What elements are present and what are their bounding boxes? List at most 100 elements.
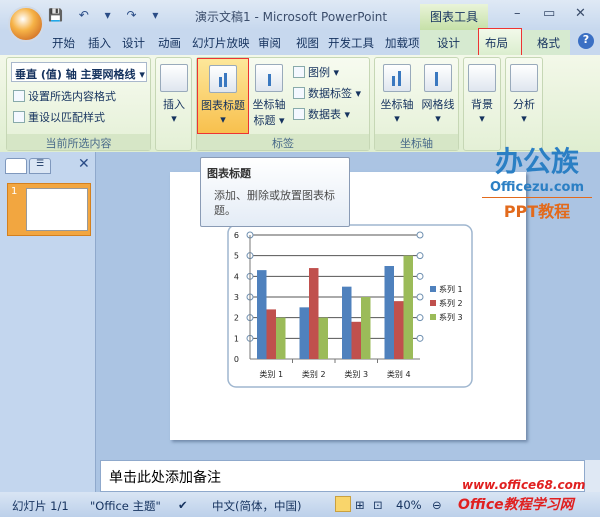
data-labels-button[interactable]: 数据标签 ▾ xyxy=(293,85,361,101)
chart-title-button[interactable]: 图表标题 ▾ xyxy=(197,58,249,134)
close-pane-icon[interactable]: ✕ xyxy=(78,156,90,172)
reset-style-button[interactable]: 重设以匹配样式 xyxy=(13,109,105,125)
close-button[interactable]: ✕ xyxy=(575,6,586,21)
maximize-button[interactable]: ▭ xyxy=(543,6,555,21)
axes-button[interactable]: 坐标轴 ▾ xyxy=(378,64,416,125)
bar xyxy=(342,286,352,359)
format-selection-button[interactable]: 设置所选内容格式 xyxy=(13,88,116,104)
spellcheck-icon[interactable]: ✔ xyxy=(178,498,188,512)
slide-sorter-icon[interactable]: ⊞ xyxy=(355,498,365,512)
group-current-selection: 垂直 (值) 轴 主要网格线 ▾ 设置所选内容格式 重设以匹配样式 当前所选内容 xyxy=(6,57,151,151)
chart-title-icon xyxy=(209,65,237,93)
selection-handle xyxy=(416,293,424,301)
legend-label: 系列 1 xyxy=(439,284,463,294)
slideshow-icon[interactable]: ⊡ xyxy=(373,498,383,512)
normal-view-icon[interactable] xyxy=(335,496,351,512)
legend-swatch xyxy=(430,300,436,306)
x-tick-label: 类别 4 xyxy=(387,369,411,379)
tab-4[interactable]: 幻灯片放映 xyxy=(192,35,250,51)
slides-tab[interactable] xyxy=(5,158,27,174)
tab-1[interactable]: 插入 xyxy=(88,35,111,51)
selection-handle xyxy=(416,334,424,342)
help-icon[interactable]: ? xyxy=(578,33,594,49)
bar xyxy=(266,309,276,359)
bar xyxy=(394,301,404,359)
legend-swatch xyxy=(430,314,436,320)
x-tick-label: 类别 3 xyxy=(344,369,368,379)
bar xyxy=(318,317,328,359)
bar xyxy=(403,255,413,359)
zoom-level[interactable]: 40% xyxy=(396,498,422,512)
tab-8[interactable]: 加载项 xyxy=(385,35,420,51)
legend-button[interactable]: 图例 ▾ xyxy=(293,64,339,80)
slide-counter: 幻灯片 1/1 xyxy=(12,499,69,513)
axes-icon xyxy=(383,64,411,92)
language[interactable]: 中文(简体，中国) xyxy=(212,498,301,514)
quick-access-toolbar[interactable]: 💾 ↶ ▾ ↷ ▾ xyxy=(48,8,164,22)
tooltip: 图表标题 添加、删除或放置图表标题。 xyxy=(200,157,350,227)
x-tick-label: 类别 2 xyxy=(302,369,326,379)
tab-2[interactable]: 设计 xyxy=(122,35,145,51)
data-labels-icon xyxy=(293,87,305,99)
axis-titles-button[interactable]: 坐标轴 标题 ▾ xyxy=(251,64,287,128)
gridlines-icon xyxy=(424,64,452,92)
bar xyxy=(384,266,394,359)
axis-titles-icon xyxy=(255,64,283,92)
analysis-button[interactable]: 分析 ▾ xyxy=(509,64,539,125)
window-title: 演示文稿1 - Microsoft PowerPoint xyxy=(195,10,388,24)
analysis-icon xyxy=(510,64,538,92)
group-insert: 插入 ▾ xyxy=(155,57,192,151)
status-bar: 幻灯片 1/1 "Office 主题" ✔ 中文(简体，中国) ⊞ ⊡ 40% … xyxy=(0,492,600,517)
y-tick-label: 0 xyxy=(234,355,239,364)
tab-0[interactable]: 开始 xyxy=(52,35,75,51)
chart-element-dropdown[interactable]: 垂直 (值) 轴 主要网格线 ▾ xyxy=(11,62,147,82)
thumbnail-preview xyxy=(26,188,88,231)
group-label: 标签 xyxy=(197,134,369,150)
tab-10[interactable]: 布局 xyxy=(485,35,508,51)
gridlines-button[interactable]: 网格线 ▾ xyxy=(418,64,458,125)
insert-button[interactable]: 插入 ▾ xyxy=(159,64,189,125)
minimize-button[interactable]: – xyxy=(514,6,521,21)
watermark-logo: 办公族 Officezu.com PPT教程 xyxy=(482,140,592,222)
y-tick-label: 4 xyxy=(234,272,239,281)
legend-label: 系列 3 xyxy=(439,312,463,322)
tab-3[interactable]: 动画 xyxy=(158,35,181,51)
group-label: 坐标轴 xyxy=(375,134,458,150)
y-tick-label: 5 xyxy=(234,252,239,261)
selection-handle xyxy=(416,231,424,239)
ribbon: 垂直 (值) 轴 主要网格线 ▾ 设置所选内容格式 重设以匹配样式 当前所选内容… xyxy=(0,55,600,152)
bar xyxy=(351,321,361,359)
office-button[interactable] xyxy=(8,6,44,42)
chart[interactable]: 0 1 2 3 4 5 6 类别 1 类别 2 类别 3 类别 4 系列 1 系列 2 系列 3 xyxy=(225,222,475,390)
tab-5[interactable]: 审阅 xyxy=(258,35,281,51)
background-button[interactable]: 背景 ▾ xyxy=(467,64,497,125)
format-icon xyxy=(13,90,25,102)
outline-tab[interactable]: ☰ xyxy=(29,158,51,174)
tooltip-body: 添加、删除或放置图表标题。 xyxy=(214,189,335,217)
notes-scrollbar[interactable] xyxy=(585,460,600,492)
context-tool-label: 图表工具 xyxy=(420,4,488,30)
watermark-url: www.office68.com xyxy=(462,478,586,492)
zoom-out-icon[interactable]: ⊖ xyxy=(432,498,442,512)
group-background: 背景 ▾ xyxy=(463,57,501,151)
legend-label: 系列 2 xyxy=(439,298,463,308)
tab-6[interactable]: 视图 xyxy=(296,35,319,51)
selection-handle xyxy=(416,252,424,260)
bar xyxy=(309,268,319,359)
theme-name[interactable]: "Office 主题" xyxy=(90,498,161,514)
selection-handle xyxy=(416,314,424,322)
tab-9[interactable]: 设计 xyxy=(437,35,460,51)
watermark-footer: Office教程学习网 xyxy=(458,497,574,513)
group-labels: 图表标题 ▾ 坐标轴 标题 ▾ 图例 ▾ 数据标签 ▾ 数据表 ▾ 标签 xyxy=(196,57,370,151)
bar xyxy=(257,270,267,359)
bar xyxy=(299,307,309,359)
tab-11[interactable]: 格式 xyxy=(537,35,560,51)
selection-handle xyxy=(416,272,424,280)
bar xyxy=(276,317,286,359)
group-axes: 坐标轴 ▾ 网格线 ▾ 坐标轴 xyxy=(374,57,459,151)
insert-icon xyxy=(160,64,188,92)
tab-7[interactable]: 开发工具 xyxy=(328,35,374,51)
data-table-icon xyxy=(293,108,305,120)
group-label: 当前所选内容 xyxy=(7,134,150,150)
data-table-button[interactable]: 数据表 ▾ xyxy=(293,106,350,122)
